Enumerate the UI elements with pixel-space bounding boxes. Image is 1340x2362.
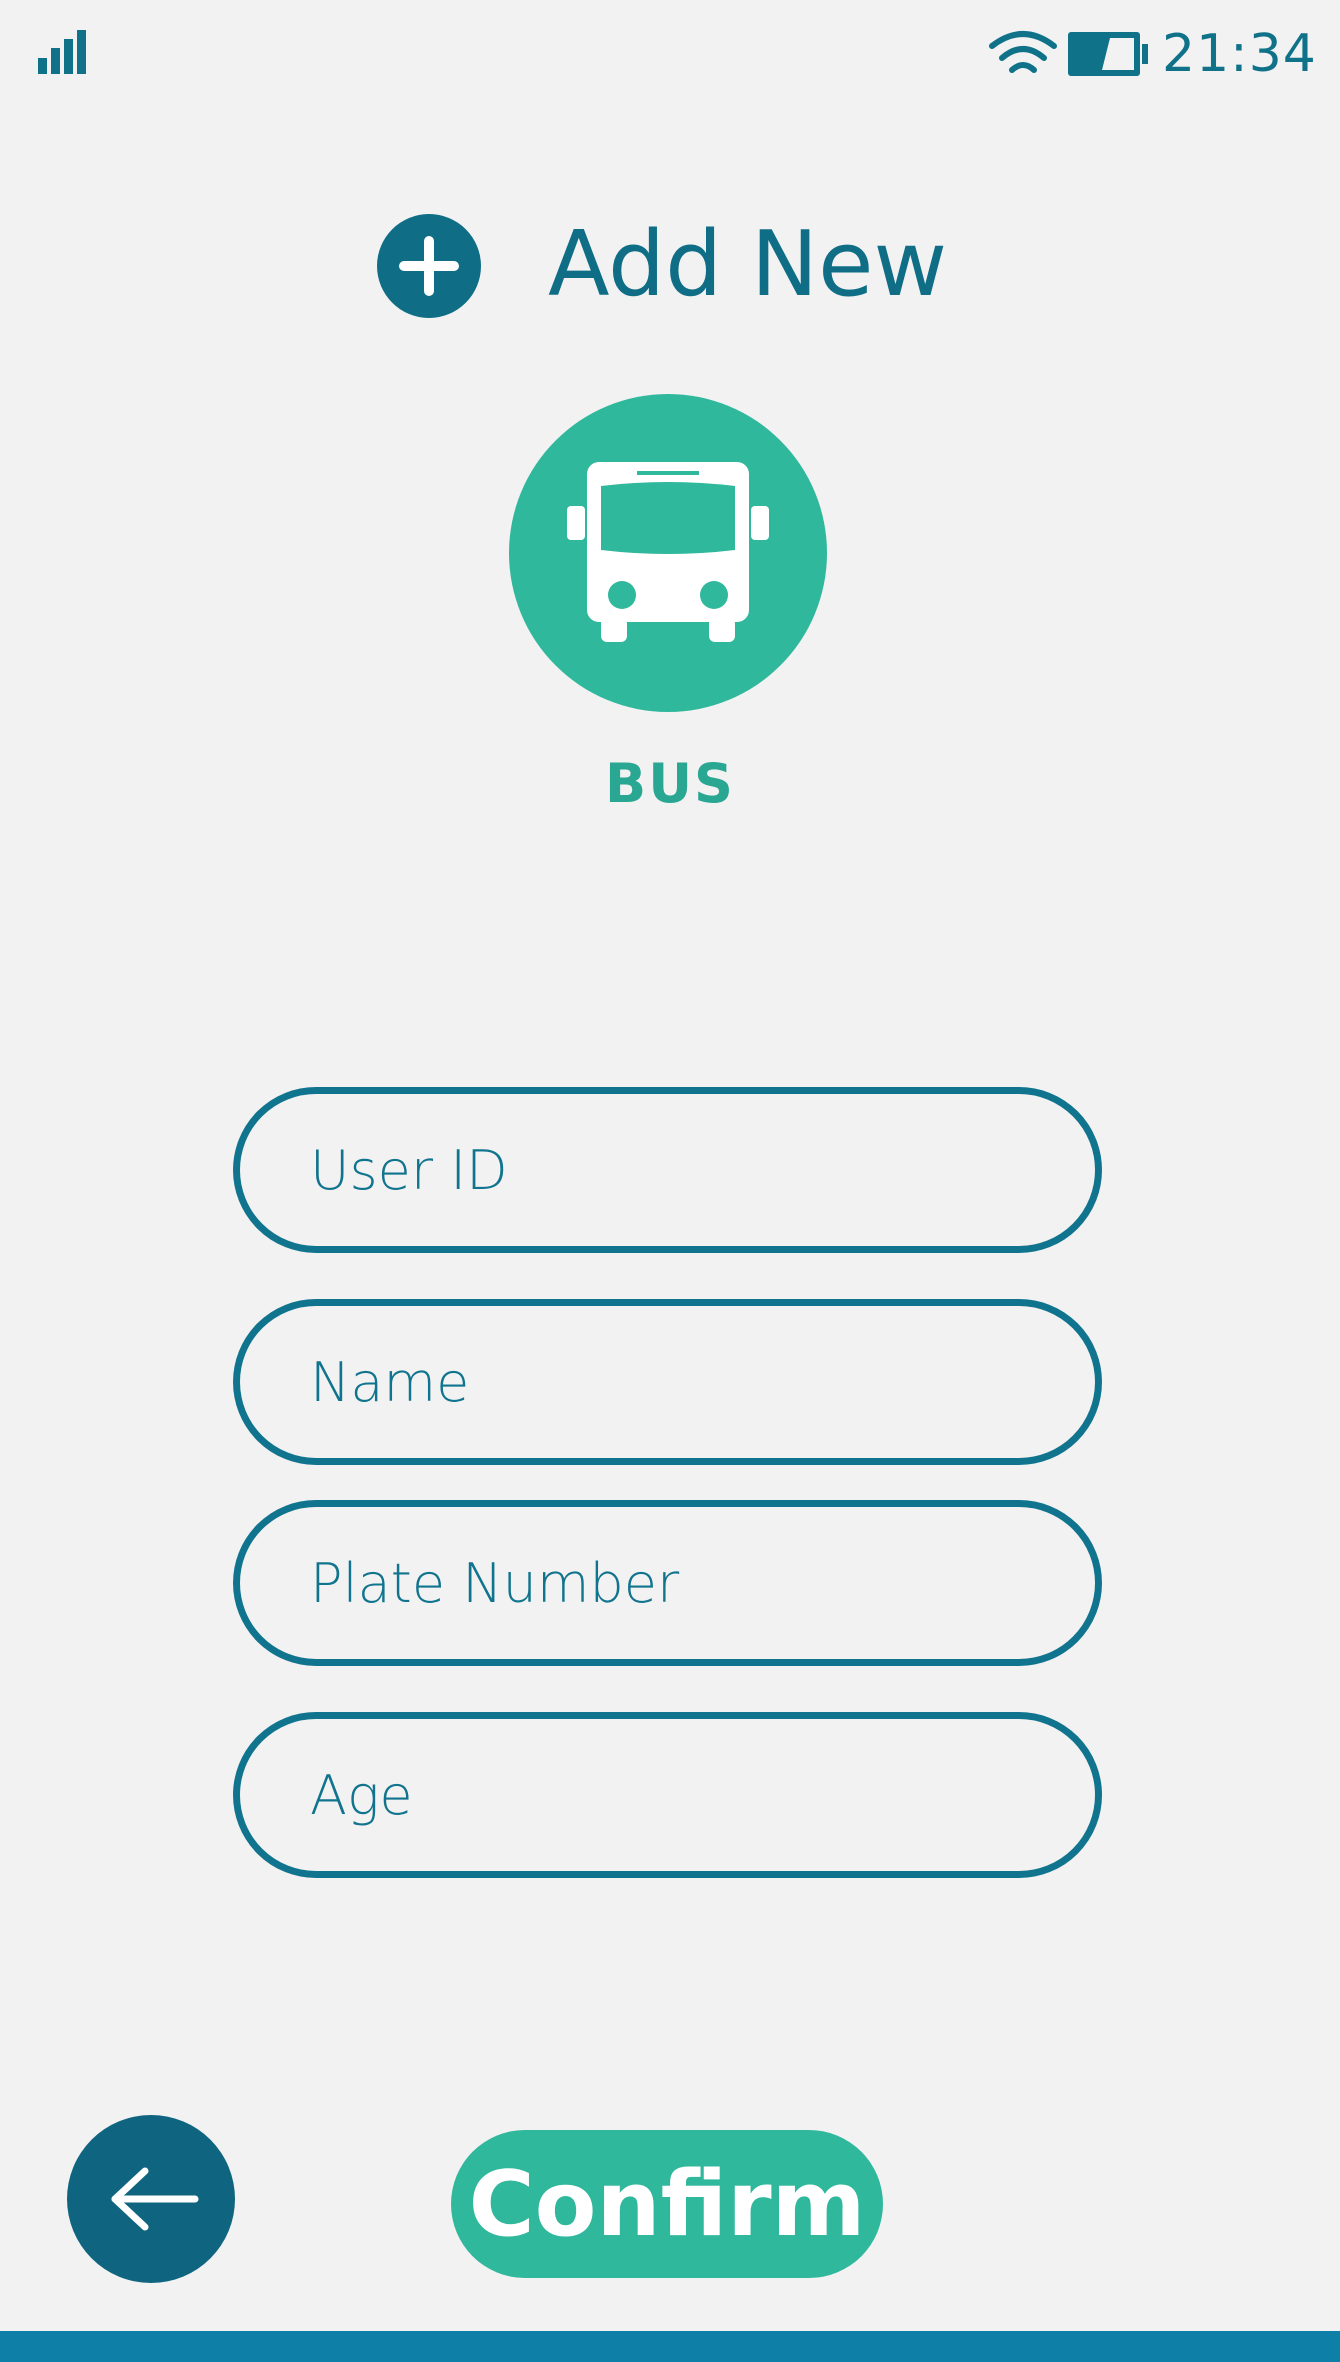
bus-icon [567,462,769,642]
age-field[interactable] [233,1712,1102,1878]
arrow-left-icon [111,2167,199,2231]
page-header: Add New [0,210,1340,320]
name-field[interactable] [233,1299,1102,1465]
status-bar: 21:34 [0,0,1340,110]
plus-icon [377,214,481,318]
user-id-field[interactable] [233,1087,1102,1253]
vehicle-type-badge[interactable] [509,394,827,712]
battery-icon [1068,32,1148,76]
plate-number-input[interactable] [310,1507,1030,1659]
wifi-icon [989,31,1057,73]
vehicle-type-label: BUS [605,752,735,815]
plate-number-field[interactable] [233,1500,1102,1666]
signal-strength-icon [38,30,86,74]
page-title: Add New [548,212,948,317]
clock: 21:34 [1162,24,1317,84]
user-id-input[interactable] [310,1094,1030,1246]
confirm-button[interactable]: Confirm [451,2130,883,2278]
bottom-bar [0,2331,1340,2362]
name-input[interactable] [310,1306,1030,1458]
age-input[interactable] [310,1719,1030,1871]
back-button[interactable] [67,2115,235,2283]
